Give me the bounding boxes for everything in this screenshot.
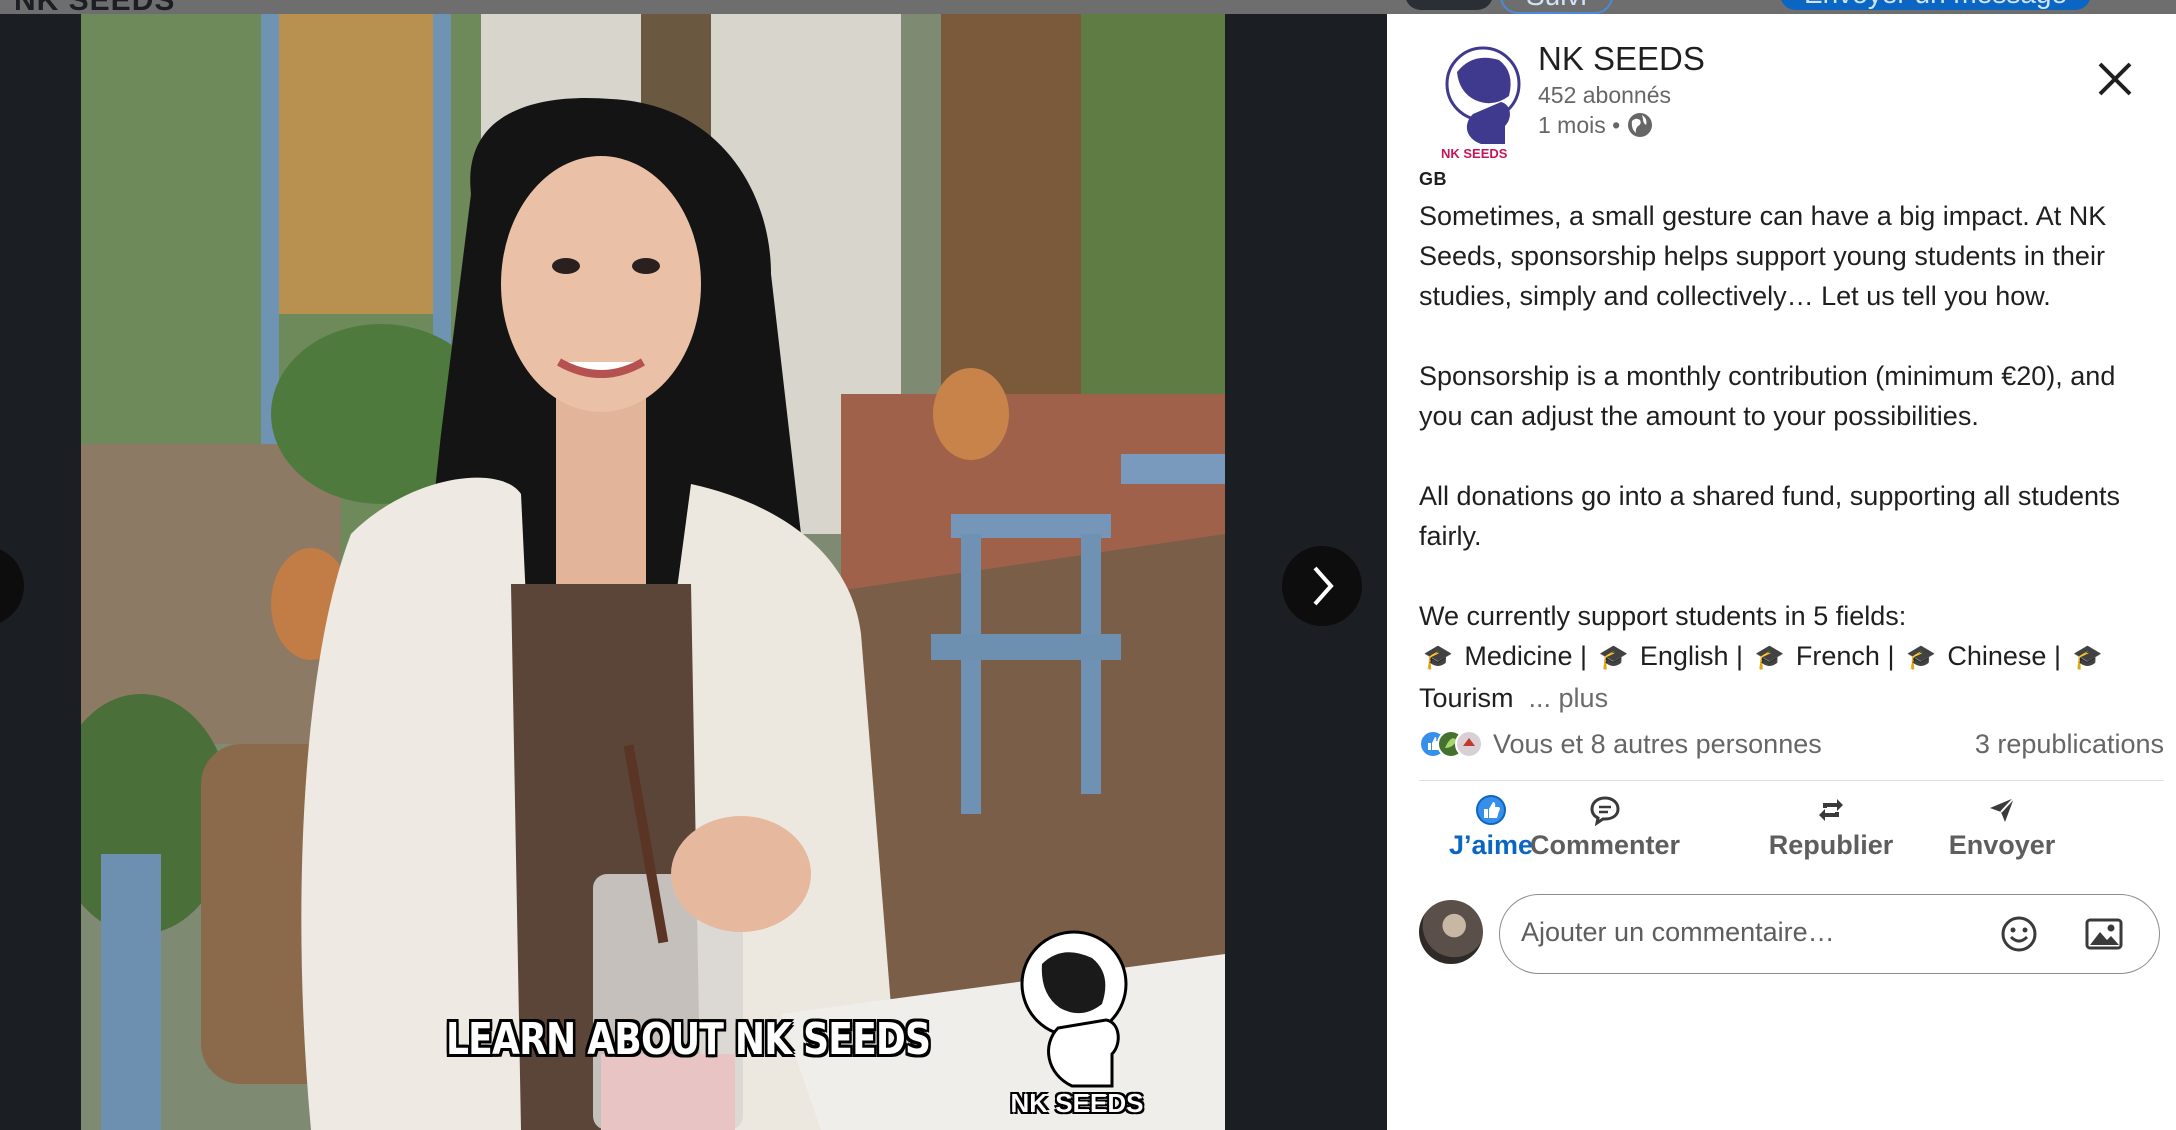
reactions-count[interactable]: Vous et 8 autres personnes <box>1493 729 1822 760</box>
comment-label: Commenter <box>1529 830 1681 860</box>
emoji-button[interactable] <box>1999 914 2039 954</box>
company-logo[interactable]: NK SEEDS <box>1433 42 1541 161</box>
post-paragraph: All donations go into a shared fund, sup… <box>1419 481 2120 551</box>
logo-text: NK SEEDS <box>1441 146 1508 160</box>
field-item: French | <box>1795 641 1895 671</box>
next-image-button[interactable] <box>1282 546 1362 626</box>
reactions-bar: Vous et 8 autres personnes 3 republicati… <box>1419 726 2164 762</box>
post-paragraph: We currently support students in 5 field… <box>1419 601 1907 631</box>
nk-seeds-watermark: NK SEEDS <box>1002 924 1152 1124</box>
like-label: J’aime <box>1448 830 1534 860</box>
field-item: Chinese | <box>1947 641 2061 671</box>
post-time-text: 1 mois • <box>1538 111 1621 138</box>
comment-icon <box>1590 796 1620 826</box>
like-button[interactable]: J’aime <box>1439 794 1543 874</box>
comment-input[interactable]: Ajouter un commentaire… <box>1499 894 2160 974</box>
repost-label: Republier <box>1768 830 1894 860</box>
comment-placeholder: Ajouter un commentaire… <box>1521 917 1835 947</box>
post-actions: J’aime Commenter Republier Envoyer <box>1419 794 2164 884</box>
more-options-button[interactable]: ••• <box>1405 0 1493 10</box>
user-avatar[interactable] <box>1419 900 1483 964</box>
reposts-count[interactable]: 3 republications <box>1975 729 2164 760</box>
close-icon <box>2098 62 2132 96</box>
repost-button[interactable]: Republier <box>1769 794 1893 874</box>
company-name[interactable]: NK SEEDS <box>1538 40 1705 78</box>
send-label: Envoyer <box>1948 830 2056 860</box>
comment-button[interactable]: Commenter <box>1530 794 1680 874</box>
chevron-right-icon <box>1313 566 1334 606</box>
field-item: English | <box>1639 641 1743 671</box>
emoji-icon <box>2001 916 2037 952</box>
see-more-link[interactable]: ... plus <box>1529 683 1609 713</box>
send-message-button[interactable]: Envoyer un message <box>1780 0 2092 10</box>
divider <box>1419 780 2164 781</box>
graduation-cap-icon: 🎓 <box>1423 644 1453 671</box>
post-detail-panel: NK SEEDS NK SEEDS 452 abonnés 1 mois • G… <box>1387 14 2176 1130</box>
follower-count: 452 abonnés <box>1538 82 1672 108</box>
thumbs-up-icon <box>1476 795 1506 825</box>
post-text: Sometimes, a small gesture can have a bi… <box>1419 196 2159 718</box>
watermark-text: NK SEEDS <box>1010 1088 1144 1118</box>
send-button[interactable]: Envoyer <box>1949 794 2055 874</box>
globe-visibility-icon <box>1628 113 1653 137</box>
nk-seeds-logo-icon: NK SEEDS <box>1441 46 1521 161</box>
follow-button[interactable]: Suivi <box>1500 0 1613 14</box>
graduation-cap-icon: 🎓 <box>2072 644 2103 671</box>
graduation-cap-icon: 🎓 <box>1905 644 1936 671</box>
repost-icon <box>1819 799 1843 821</box>
image-icon <box>2085 918 2123 950</box>
post-paragraph: Sponsorship is a monthly contribution (m… <box>1419 361 2116 431</box>
close-button[interactable] <box>2092 56 2138 102</box>
send-icon <box>1990 797 2015 822</box>
post-paragraph: Sometimes, a small gesture can have a bi… <box>1419 201 2107 311</box>
graduation-cap-icon: 🎓 <box>1598 644 1629 671</box>
previous-image-button[interactable] <box>0 546 24 626</box>
globe-head-icon <box>1020 930 1128 1088</box>
post-time: 1 mois • <box>1538 111 1654 139</box>
post-photo: LEARN ABOUT NK SEEDS NK SEEDS <box>81 14 1225 1130</box>
photo-caption: LEARN ABOUT NK SEEDS <box>446 1014 931 1065</box>
graduation-cap-icon: 🎓 <box>1754 644 1785 671</box>
add-image-button[interactable] <box>2083 914 2125 954</box>
fields-list: 🎓 Medicine | 🎓 English | 🎓 French | 🎓 Ch… <box>1419 636 2159 718</box>
media-viewer: LEARN ABOUT NK SEEDS NK SEEDS <box>0 14 1387 1130</box>
reaction-icons[interactable] <box>1419 728 1483 760</box>
language-tag: GB <box>1419 169 1447 189</box>
background-page-strip: NK SEEDS ••• Suivi Envoyer un message <box>0 0 2176 14</box>
field-item: Tourism <box>1419 683 1514 713</box>
background-page-title: NK SEEDS <box>14 0 175 14</box>
field-item: Medicine | <box>1464 641 1587 671</box>
